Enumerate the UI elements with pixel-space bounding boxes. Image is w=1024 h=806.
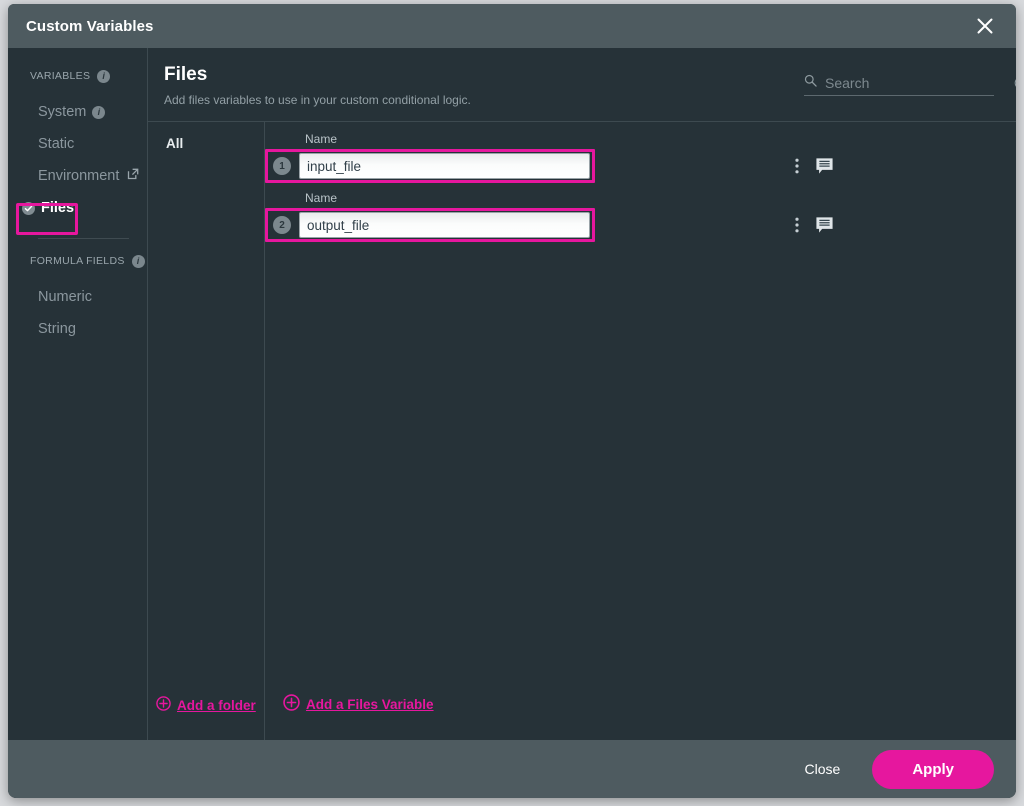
clear-circle-icon[interactable] <box>1014 76 1016 90</box>
row-actions <box>795 157 834 176</box>
sidebar-item-label: Static <box>38 136 74 152</box>
sidebar-group-variables-label: VARIABLES <box>30 70 90 82</box>
plus-circle-icon <box>283 694 300 714</box>
page-subtitle: Add files variables to use in your custo… <box>164 93 804 107</box>
sidebar-group-variables: VARIABLES i <box>8 66 147 86</box>
dialog-titlebar: Custom Variables <box>8 4 1016 48</box>
row-actions <box>795 216 834 235</box>
variable-name-group: 1 <box>265 149 595 183</box>
search-input[interactable] <box>825 75 1006 91</box>
dialog-body: VARIABLES i System i Static Environment <box>8 48 1016 740</box>
comment-icon[interactable] <box>815 157 834 176</box>
variables-footer: Add a Files Variable <box>265 694 1016 740</box>
page-title: Files <box>164 64 804 86</box>
sidebar-item-label: String <box>38 321 76 337</box>
external-link-icon <box>127 168 139 184</box>
content-area: All Add a folder <box>148 122 1016 740</box>
main-panel: Files Add files variables to use in your… <box>148 48 1016 740</box>
sidebar-item-label: Environment <box>38 168 119 184</box>
custom-variables-dialog: Custom Variables VARIABLES i System i St… <box>8 4 1016 798</box>
variable-name-input[interactable] <box>299 212 590 238</box>
apply-button[interactable]: Apply <box>872 750 994 789</box>
sidebar-item-label: Numeric <box>38 289 92 305</box>
plus-circle-icon <box>156 696 171 714</box>
folder-item-all[interactable]: All <box>148 136 264 151</box>
add-files-variable-label: Add a Files Variable <box>306 697 434 712</box>
sidebar-group-formula-fields: FORMULA FIELDS i <box>8 251 147 271</box>
more-vertical-icon[interactable] <box>795 158 799 174</box>
more-vertical-icon[interactable] <box>795 217 799 233</box>
check-circle-icon <box>22 202 35 215</box>
row-number-badge: 1 <box>273 157 291 175</box>
sidebar: VARIABLES i System i Static Environment <box>8 48 148 740</box>
search-icon <box>804 74 817 92</box>
info-icon[interactable]: i <box>92 106 105 119</box>
sidebar-item-files[interactable]: Files <box>8 192 147 224</box>
sidebar-divider <box>38 238 129 239</box>
comment-icon[interactable] <box>815 216 834 235</box>
close-x-icon[interactable] <box>970 11 1000 41</box>
sidebar-item-static[interactable]: Static <box>8 128 147 160</box>
add-files-variable-button[interactable]: Add a Files Variable <box>283 694 434 714</box>
variable-row-line: 2 <box>265 210 1016 240</box>
close-button[interactable]: Close <box>787 753 859 785</box>
sidebar-item-label: Files <box>41 200 74 216</box>
variable-row: Name 1 <box>265 132 1016 191</box>
sidebar-item-string[interactable]: String <box>8 313 147 345</box>
variable-row: Name 2 <box>265 191 1016 250</box>
info-icon[interactable]: i <box>132 255 145 268</box>
variable-name-input[interactable] <box>299 153 590 179</box>
sidebar-item-environment[interactable]: Environment <box>8 160 147 192</box>
name-field-label: Name <box>305 191 1016 205</box>
sidebar-item-numeric[interactable]: Numeric <box>8 281 147 313</box>
variables-column: Name 1 <box>265 122 1016 740</box>
search-box[interactable] <box>804 74 994 96</box>
variable-name-group: 2 <box>265 208 595 242</box>
folder-column: All Add a folder <box>148 122 265 740</box>
main-header: Files Add files variables to use in your… <box>148 48 1016 107</box>
sidebar-group-formula-fields-label: FORMULA FIELDS <box>30 255 125 267</box>
sidebar-item-label: System <box>38 104 86 120</box>
main-header-text: Files Add files variables to use in your… <box>164 64 804 107</box>
dialog-title: Custom Variables <box>26 18 153 35</box>
add-folder-button[interactable]: Add a folder <box>156 696 256 714</box>
name-field-label: Name <box>305 132 1016 146</box>
folder-footer: Add a folder <box>148 696 264 740</box>
add-folder-label: Add a folder <box>177 698 256 713</box>
dialog-footer: Close Apply <box>8 740 1016 798</box>
info-icon[interactable]: i <box>97 70 110 83</box>
row-number-badge: 2 <box>273 216 291 234</box>
variable-row-line: 1 <box>265 151 1016 181</box>
sidebar-item-system[interactable]: System i <box>8 96 147 128</box>
